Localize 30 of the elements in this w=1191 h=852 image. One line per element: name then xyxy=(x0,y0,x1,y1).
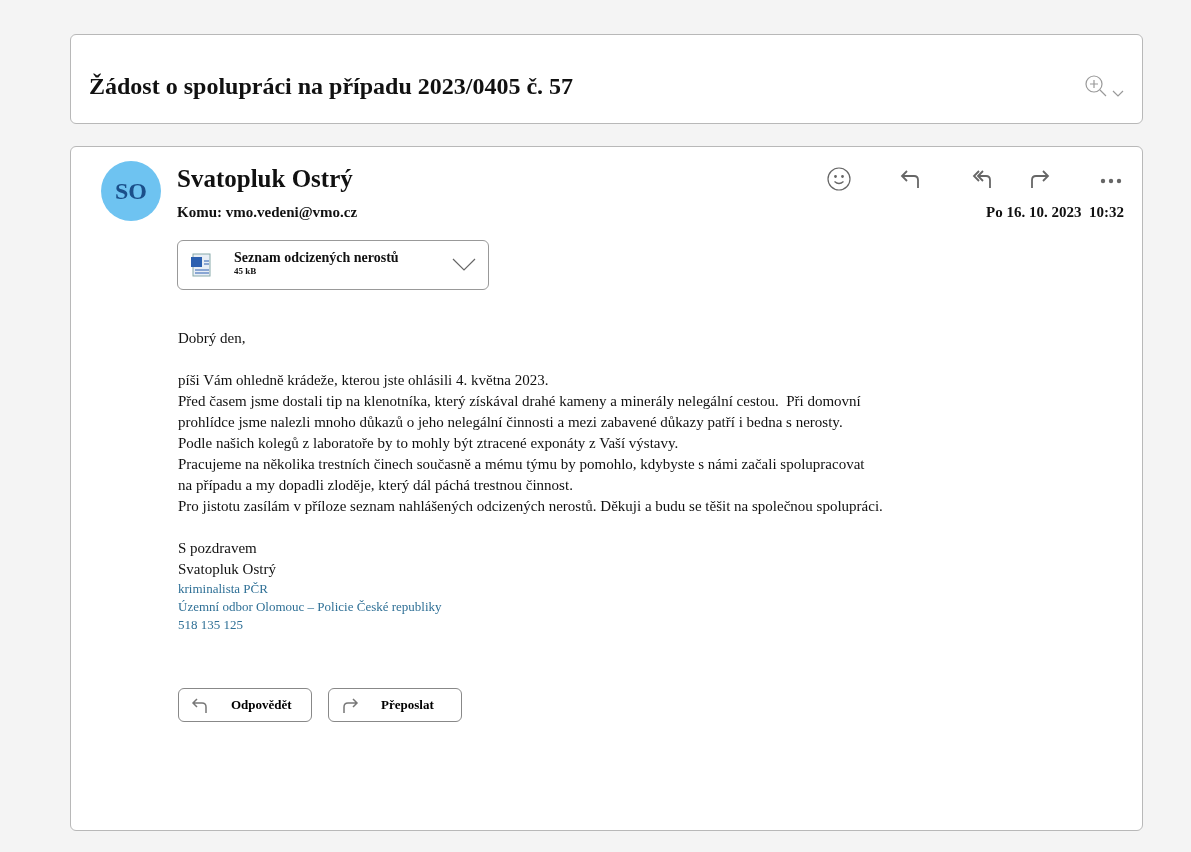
signature-text: Svatopluk Ostrý xyxy=(178,559,277,579)
body-text-line: prohlídce jsme nalezli mnoho důkazů o jeho nelegální činnosti a mezi zabavené důkazy patří i bedna s nerosty. xyxy=(178,412,844,432)
chevron-down-icon[interactable] xyxy=(1112,90,1124,98)
recipient: Komu: vmo.vedeni@vmo.cz xyxy=(177,203,358,222)
body-text-line: Pracujeme na několika trestních činech současně a mému týmu by pomohlo, kdybyste s námi začali spolupracovat xyxy=(178,454,866,474)
email-subject: Žádost o spolupráci na případu 2023/0405 č. 57 xyxy=(89,71,574,101)
body-text-line: Pro jistotu zasílám v příloze seznam nahlášených odcizených nerostů. Děkuji a budu se těšit na společnou spolupráci. xyxy=(178,496,884,516)
forward-icon xyxy=(341,695,359,714)
signature-detail: kriminalista PČR xyxy=(178,579,269,598)
body-text-line: Podle našich kolegů z laboratoře by to mohly být ztracené exponáty z Vaší výstavy. xyxy=(178,433,680,453)
zoom-icon[interactable] xyxy=(1084,74,1108,98)
reply-button[interactable]: Odpovědět xyxy=(178,687,312,722)
reply-icon xyxy=(191,695,209,714)
body-text-line: na případu a my dopadli zloděje, který dál páchá trestnou činnost. xyxy=(178,475,574,495)
forward-button[interactable]: Přeposlat xyxy=(328,687,462,722)
attachment[interactable]: Seznam odcizených nerostů 45 kB xyxy=(177,239,489,290)
greeting: Dobrý den, xyxy=(178,328,247,348)
attachment-name: Seznam odcizených nerostů xyxy=(234,250,400,266)
signature-detail: Územní odbor Olomouc – Policie České republiky xyxy=(178,597,443,616)
sent-date: Po 16. 10. 2023 10:32 xyxy=(986,203,1124,222)
body-text-line: píši Vám ohledně krádeže, kterou jste ohlásili 4. května 2023. xyxy=(178,370,550,390)
emoji-icon[interactable] xyxy=(826,165,852,193)
body-text-line: Před časem jsme dostali tip na klenotníka, který získával drahé kameny a minerály nelegální cestou. Při domovní xyxy=(178,391,862,411)
avatar: SO xyxy=(101,161,161,221)
signature-detail: 518 135 125 xyxy=(178,615,244,634)
signature-text: S pozdravem xyxy=(178,538,258,558)
chevron-down-icon[interactable] xyxy=(452,257,476,272)
document-icon xyxy=(190,252,212,277)
sender-name: Svatopluk Ostrý xyxy=(177,164,353,195)
attachment-size: 45 kB xyxy=(234,265,258,279)
